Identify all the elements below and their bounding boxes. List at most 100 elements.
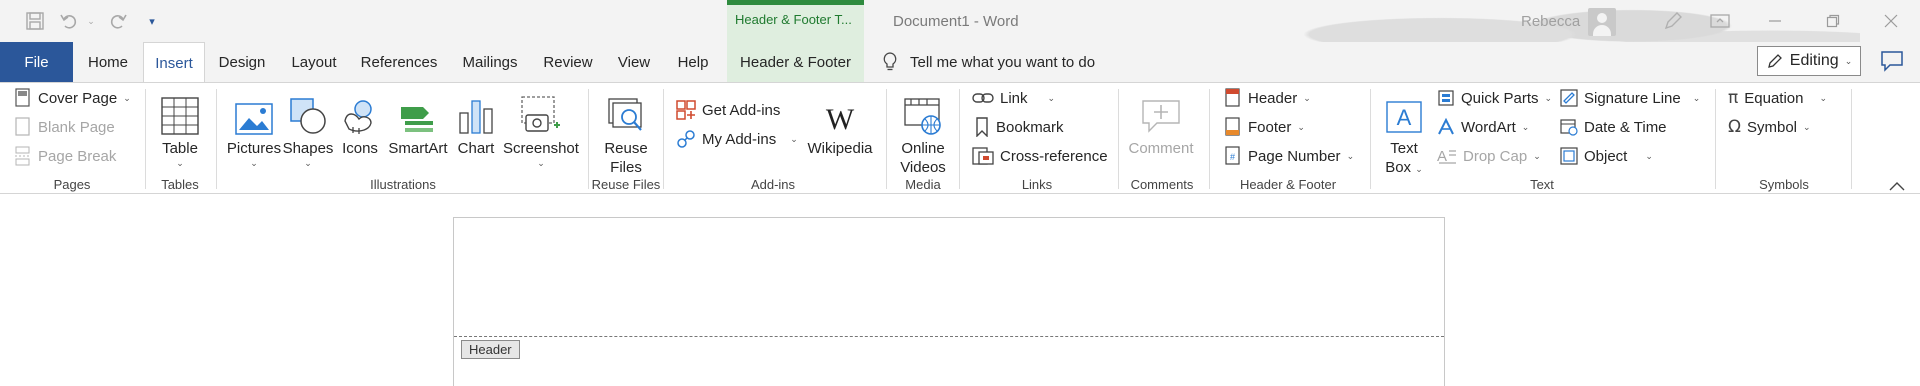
chart-label: Chart xyxy=(457,140,495,157)
table-button[interactable]: Table ⌄ xyxy=(156,89,204,168)
wikipedia-button[interactable]: W Wikipedia xyxy=(800,89,880,158)
chevron-down-icon: ⌄ xyxy=(250,158,258,168)
page-number-button[interactable]: # Page Number ⌄ xyxy=(1224,144,1354,168)
date-time-button[interactable]: Date & Time xyxy=(1560,115,1667,139)
tab-mailings[interactable]: Mailings xyxy=(452,42,528,82)
tab-help[interactable]: Help xyxy=(667,42,719,82)
tab-design[interactable]: Design xyxy=(212,42,272,82)
reuse-files-button[interactable]: Reuse Files xyxy=(598,89,654,177)
save-icon[interactable] xyxy=(20,8,50,34)
text-box-label-line1: Text xyxy=(1390,140,1418,157)
tab-insert[interactable]: Insert xyxy=(143,42,205,83)
chevron-down-icon: ⌄ xyxy=(1303,92,1311,103)
shapes-label: Shapes xyxy=(282,140,334,157)
ribbon-insert: Cover Page ⌄ Blank Page Page Break Pages… xyxy=(0,82,1920,194)
document-page[interactable]: Header xyxy=(453,217,1445,386)
document-title: Document1 - Word xyxy=(893,13,1019,30)
tab-view[interactable]: View xyxy=(608,42,660,82)
comments-icon[interactable] xyxy=(1880,50,1904,74)
minimize-icon[interactable] xyxy=(1752,0,1798,42)
restore-icon[interactable] xyxy=(1810,0,1856,42)
undo-icon[interactable] xyxy=(55,8,83,34)
object-button[interactable]: Object ⌄ xyxy=(1560,144,1653,168)
chevron-down-icon: ⌄ xyxy=(1645,150,1653,161)
calendar-clock-icon xyxy=(1560,119,1578,136)
group-separator xyxy=(886,89,887,189)
drop-cap-label: Drop Cap xyxy=(1463,147,1528,165)
cross-reference-button[interactable]: Cross-reference xyxy=(972,144,1108,168)
drop-cap-button[interactable]: A Drop Cap ⌄ xyxy=(1437,144,1541,168)
shapes-button[interactable]: Shapes ⌄ xyxy=(283,89,333,168)
signature-line-icon xyxy=(1560,89,1578,107)
footer-icon xyxy=(1225,117,1240,136)
page-break-icon xyxy=(15,146,31,166)
blank-page-button[interactable]: Blank Page xyxy=(14,115,115,139)
wordart-icon xyxy=(1438,118,1454,135)
undo-dropdown-icon[interactable]: ⌄ xyxy=(84,8,98,34)
svg-text:#: # xyxy=(1230,152,1235,162)
tab-review[interactable]: Review xyxy=(536,42,600,82)
new-comment-button[interactable]: Comment xyxy=(1126,89,1196,158)
header-tag: Header xyxy=(461,340,520,359)
user-name[interactable]: Rebecca xyxy=(1521,13,1580,30)
chevron-down-icon: ⌄ xyxy=(790,133,798,144)
header-button[interactable]: Header ⌄ xyxy=(1224,86,1311,110)
wordart-label: WordArt xyxy=(1461,118,1516,136)
customize-qat-icon[interactable]: ▾ xyxy=(144,8,160,34)
reuse-files-label-line1: Reuse xyxy=(604,140,648,157)
online-videos-button[interactable]: Online Videos xyxy=(893,89,953,177)
quick-parts-button[interactable]: Quick Parts ⌄ xyxy=(1437,86,1552,110)
blank-page-icon xyxy=(15,117,30,136)
group-label-pages: Pages xyxy=(53,177,91,192)
chevron-down-icon: ⌄ xyxy=(1521,121,1530,132)
signature-line-button[interactable]: Signature Line ⌄ xyxy=(1560,86,1700,110)
tell-me-search[interactable]: Tell me what you want to do xyxy=(882,42,1095,82)
icons-icon xyxy=(341,89,379,135)
editing-mode-button[interactable]: Editing ⌄ xyxy=(1757,46,1861,76)
tab-references[interactable]: References xyxy=(356,42,442,82)
tab-header-footer[interactable]: Header & Footer xyxy=(727,42,864,82)
tab-home[interactable]: Home xyxy=(80,42,136,82)
wordart-button[interactable]: WordArt ⌄ xyxy=(1437,115,1529,139)
bookmark-button[interactable]: Bookmark xyxy=(974,115,1064,139)
equation-label: Equation xyxy=(1744,89,1804,107)
symbol-button[interactable]: Ω Symbol ⌄ xyxy=(1728,115,1811,139)
link-button[interactable]: Link ⌄ xyxy=(972,86,1055,110)
pictures-label: Pictures xyxy=(226,140,282,157)
omega-icon: Ω xyxy=(1728,117,1741,137)
collapse-ribbon-icon[interactable] xyxy=(1887,179,1907,191)
group-label-text: Text xyxy=(1530,177,1554,192)
header-boundary-line xyxy=(454,336,1444,337)
cross-reference-label: Cross-reference xyxy=(1000,147,1108,165)
icons-button[interactable]: Icons xyxy=(337,89,383,158)
cover-page-button[interactable]: Cover Page ⌄ xyxy=(14,86,131,110)
svg-text:W: W xyxy=(826,103,855,135)
ribbon-display-options-icon[interactable] xyxy=(1697,0,1743,42)
group-separator xyxy=(1118,89,1119,189)
pen-icon[interactable] xyxy=(1650,0,1696,42)
pictures-button[interactable]: Pictures ⌄ xyxy=(226,89,282,168)
chart-button[interactable]: Chart xyxy=(452,89,500,158)
footer-button[interactable]: Footer ⌄ xyxy=(1224,115,1305,139)
pi-icon: π xyxy=(1728,88,1739,108)
text-box-label-line2: Box xyxy=(1385,159,1412,176)
equation-button[interactable]: π Equation ⌄ xyxy=(1728,86,1827,110)
smartart-button[interactable]: SmartArt xyxy=(386,89,450,158)
smartart-label: SmartArt xyxy=(388,140,448,157)
chevron-down-icon: ⌄ xyxy=(1533,150,1541,161)
page-break-button[interactable]: Page Break xyxy=(14,144,116,168)
chevron-down-icon: ⌄ xyxy=(176,158,184,168)
text-box-button[interactable]: A Text Box ⌄ xyxy=(1379,89,1429,179)
my-addins-button[interactable]: My Add-ins ⌄ xyxy=(676,127,798,151)
close-icon[interactable] xyxy=(1868,0,1914,42)
chevron-down-icon: ⌄ xyxy=(1346,150,1355,161)
get-addins-button[interactable]: Get Add-ins xyxy=(676,98,780,122)
icons-label: Icons xyxy=(342,140,378,157)
document-canvas: Header xyxy=(0,195,1920,386)
tab-layout[interactable]: Layout xyxy=(280,42,348,82)
screenshot-button[interactable]: Screenshot ⌄ xyxy=(502,89,580,168)
tab-file[interactable]: File xyxy=(0,42,73,82)
avatar[interactable] xyxy=(1588,8,1616,36)
object-icon xyxy=(1560,147,1578,165)
redo-icon[interactable] xyxy=(104,8,132,34)
